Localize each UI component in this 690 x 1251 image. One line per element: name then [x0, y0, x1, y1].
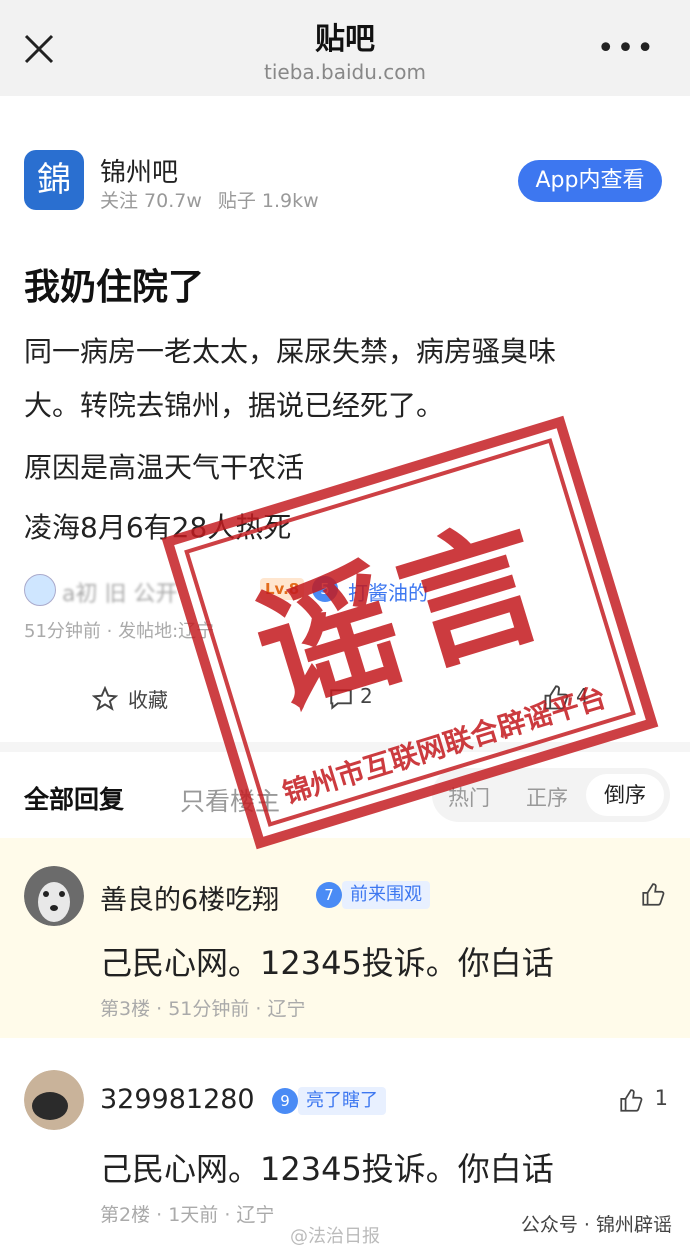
badge-number: 7 [316, 882, 342, 908]
page-title: 贴吧 [315, 22, 375, 57]
tab-all-replies[interactable]: 全部回复 [24, 780, 124, 816]
post-body-line: 同一病房一老太太，屎尿失禁，病房骚臭味 [24, 335, 557, 368]
badge-number: 9 [272, 1088, 298, 1114]
avatar[interactable] [24, 866, 84, 926]
reply-text: 己民心网。12345投诉。你白话 [100, 944, 554, 982]
thumbs-up-icon[interactable] [618, 1088, 644, 1114]
page-url: tieba.baidu.com [264, 60, 426, 84]
forum-followers: 关注 70.7w [100, 190, 202, 212]
post-body-line: 大。转院去锦州，据说已经死了。 [24, 389, 445, 422]
watermark-left: @法治日报 [290, 1226, 380, 1247]
browser-topbar: 贴吧 tieba.baidu.com ••• [0, 0, 690, 96]
more-options-icon[interactable]: ••• [597, 34, 656, 64]
author-name[interactable]: a初 旧 公开 [62, 576, 177, 608]
reply-meta: 第2楼 · 1天前 · 辽宁 [100, 1204, 275, 1226]
reply-author-name[interactable]: 329981280 [100, 1084, 255, 1115]
reply-author-name[interactable]: 善良的6楼吃翔 [100, 878, 279, 917]
sort-ascending[interactable]: 正序 [526, 782, 568, 812]
post-title: 我奶住院了 [24, 267, 205, 308]
avatar[interactable] [24, 574, 56, 606]
collect-button[interactable]: 收藏 [128, 684, 168, 713]
avatar[interactable] [24, 1070, 84, 1130]
like-count: 1 [654, 1086, 668, 1110]
reply-item: 善良的6楼吃翔 7 前来围观 己民心网。12345投诉。你白话 第3楼 · 51… [0, 838, 690, 1038]
forum-logo[interactable]: 錦 [24, 150, 84, 210]
post-body-line: 原因是高温天气干农活 [24, 451, 305, 484]
sort-descending[interactable]: 倒序 [586, 774, 664, 816]
forum-name[interactable]: 锦州吧 [100, 152, 178, 189]
reply-meta: 第3楼 · 51分钟前 · 辽宁 [100, 998, 306, 1020]
post-meta: 51分钟前 · 发帖地:辽宁 [24, 621, 215, 642]
badge-title: 前来围观 [342, 881, 430, 909]
watermark-right: 公众号 · 锦州辟谣 [520, 1214, 672, 1236]
star-icon[interactable] [92, 686, 118, 712]
forum-stats: 关注 70.7w 贴子 1.9kw [100, 186, 335, 213]
badge-title: 亮了瞎了 [298, 1087, 386, 1115]
forum-posts: 贴子 1.9kw [217, 190, 319, 212]
open-in-app-button[interactable]: App内查看 [518, 160, 662, 202]
reply-text: 己民心网。12345投诉。你白话 [100, 1150, 554, 1188]
thumbs-up-icon[interactable] [640, 882, 666, 908]
